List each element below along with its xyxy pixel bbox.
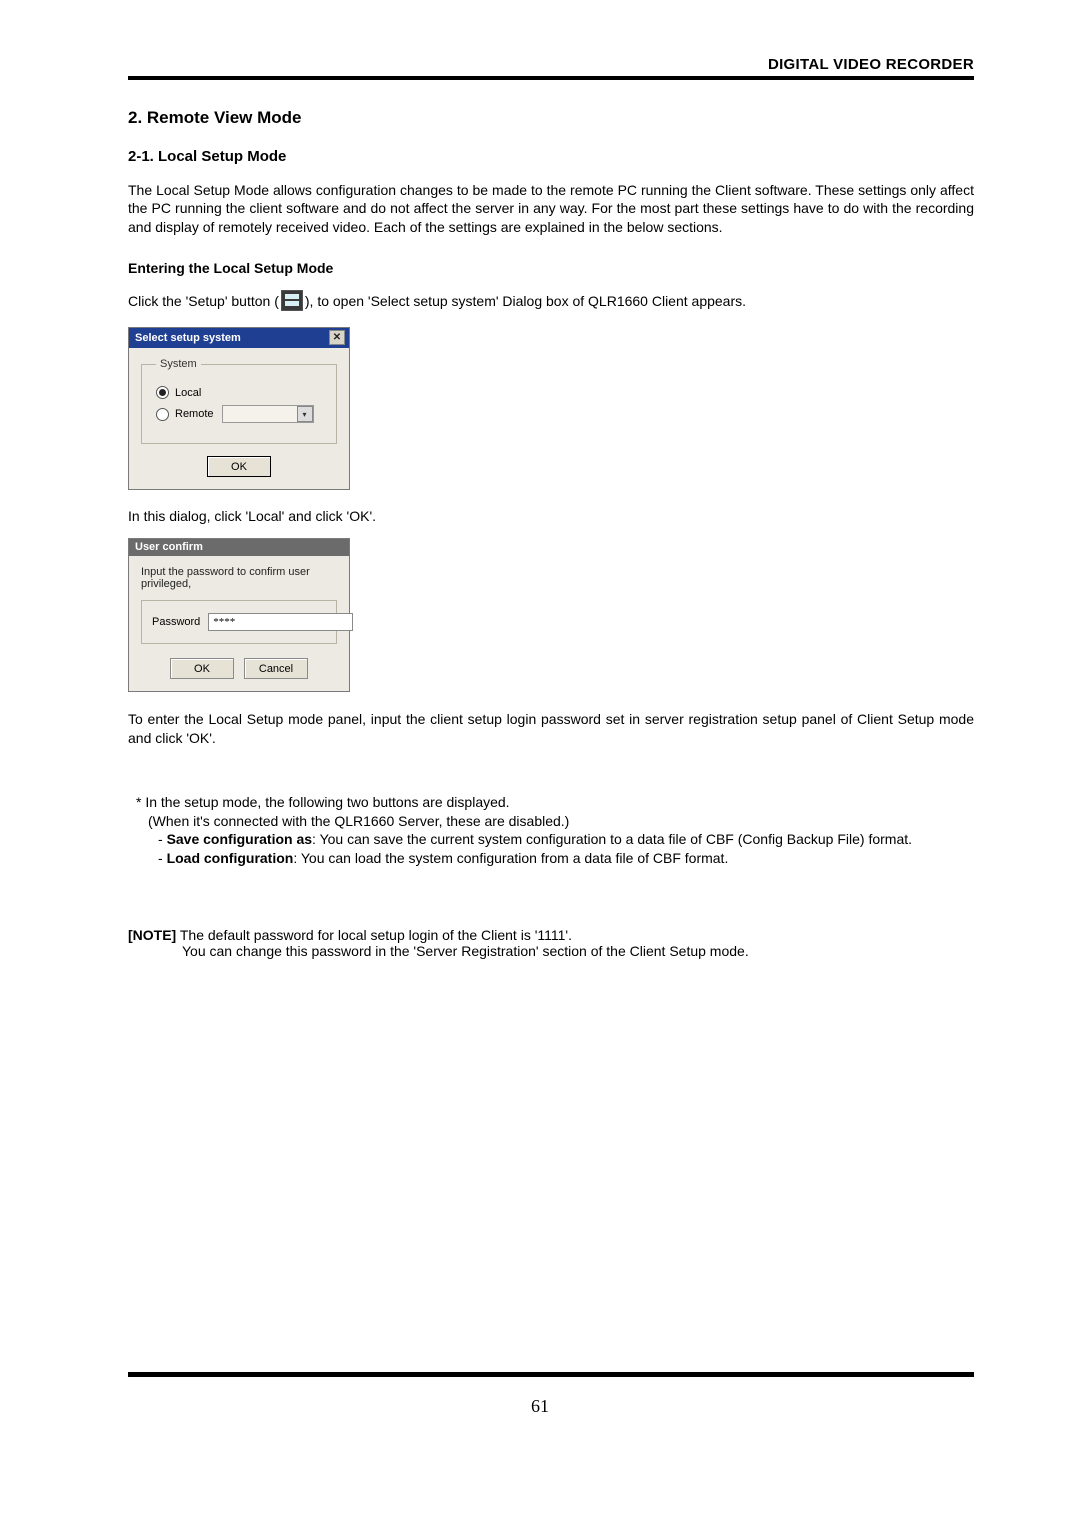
dash2: - xyxy=(158,850,167,866)
password-input[interactable] xyxy=(208,613,353,631)
bullet-save: - Save configuration as: You can save th… xyxy=(136,830,974,848)
dialog2-title-text: User confirm xyxy=(135,541,203,553)
dialog2-message: Input the password to confirm user privi… xyxy=(141,566,337,590)
entering-heading: Entering the Local Setup Mode xyxy=(128,260,974,276)
click-post: ), to open 'Select setup system' Dialog … xyxy=(305,293,746,309)
user-confirm-dialog: User confirm Input the password to confi… xyxy=(128,538,350,692)
system-fieldset: System Local Remote ▾ xyxy=(141,358,337,444)
password-group: Password xyxy=(141,600,337,644)
load-config-text: : You can load the system configuration … xyxy=(293,850,728,866)
page-number: 61 xyxy=(0,1396,1080,1417)
select-setup-dialog: Select setup system ✕ System Local Remot… xyxy=(128,327,350,490)
bullet-load: - Load configuration: You can load the s… xyxy=(136,849,974,867)
dialog-title-text: Select setup system xyxy=(135,332,241,344)
note-line1: The default password for local setup log… xyxy=(176,927,572,943)
note-block: [NOTE] The default password for local se… xyxy=(128,927,974,959)
load-config-label: Load configuration xyxy=(167,850,294,866)
dash1: - xyxy=(158,831,167,847)
radio-local-row[interactable]: Local xyxy=(156,386,326,399)
setup-icon xyxy=(281,290,303,311)
page: DIGITAL VIDEO RECORDER 2. Remote View Mo… xyxy=(0,0,1080,1527)
radio-local[interactable] xyxy=(156,386,169,399)
bullet-line1: * In the setup mode, the following two b… xyxy=(136,793,974,811)
click-setup-line: Click the 'Setup' button ( ), to open 'S… xyxy=(128,290,974,311)
paragraph-enter-setup: To enter the Local Setup mode panel, inp… xyxy=(128,710,974,747)
radio-remote-row[interactable]: Remote ▾ xyxy=(156,405,326,423)
note-line2: You can change this password in the 'Ser… xyxy=(128,943,974,959)
mid-instruction: In this dialog, click 'Local' and click … xyxy=(128,508,974,524)
ok-button[interactable]: OK xyxy=(207,456,271,477)
close-icon[interactable]: ✕ xyxy=(329,330,345,345)
radio-remote-label: Remote xyxy=(175,408,214,420)
save-config-text: : You can save the current system config… xyxy=(312,831,912,847)
click-pre: Click the 'Setup' button ( xyxy=(128,293,279,309)
page-header: DIGITAL VIDEO RECORDER xyxy=(128,56,974,73)
password-label: Password xyxy=(152,616,200,628)
setup-notes: * In the setup mode, the following two b… xyxy=(136,793,974,867)
dialog2-titlebar: User confirm xyxy=(129,539,349,556)
header-rule xyxy=(128,76,974,80)
ok-button-2[interactable]: OK xyxy=(170,658,234,679)
bullet-line2: (When it's connected with the QLR1660 Se… xyxy=(136,812,974,830)
note-label: [NOTE] xyxy=(128,927,176,943)
section-heading: 2. Remote View Mode xyxy=(128,108,974,128)
paragraph-intro: The Local Setup Mode allows configuratio… xyxy=(128,181,974,236)
footer-rule xyxy=(128,1372,974,1377)
footer-rule-wrap xyxy=(128,1372,974,1377)
radio-local-label: Local xyxy=(175,387,201,399)
cancel-button[interactable]: Cancel xyxy=(244,658,308,679)
radio-remote[interactable] xyxy=(156,408,169,421)
dialog-titlebar: Select setup system ✕ xyxy=(129,328,349,348)
chevron-down-icon[interactable]: ▾ xyxy=(297,406,313,422)
system-legend: System xyxy=(156,358,201,370)
save-config-label: Save configuration as xyxy=(167,831,312,847)
subsection-heading: 2-1. Local Setup Mode xyxy=(128,148,974,165)
remote-dropdown[interactable]: ▾ xyxy=(222,405,314,423)
